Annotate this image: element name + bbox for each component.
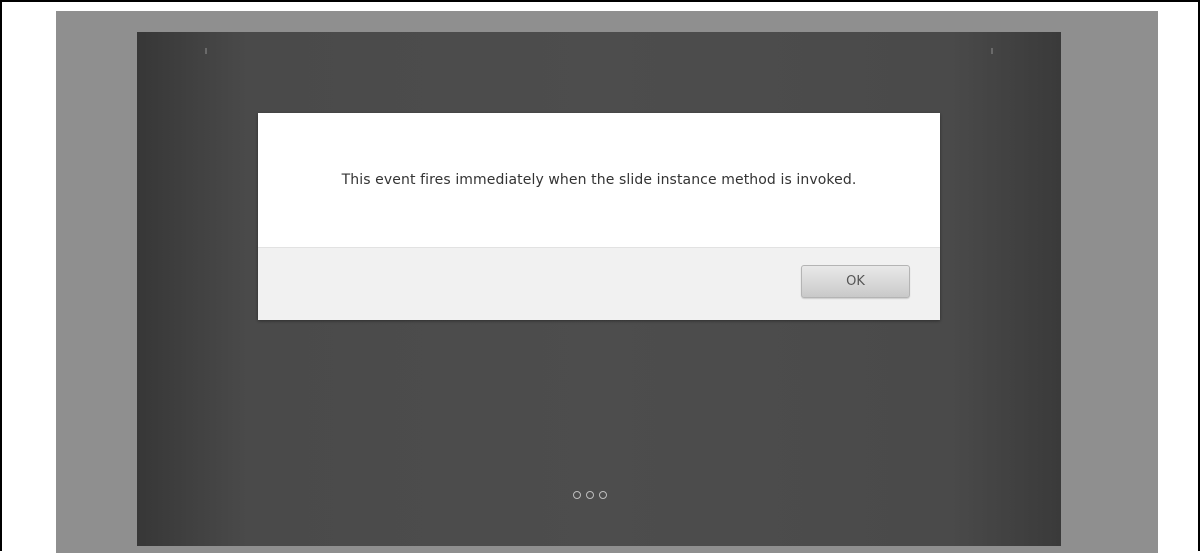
carousel-corner-mark-left [205, 48, 207, 54]
browser-frame: This event fires immediately when the sl… [0, 0, 1200, 553]
modal-body: This event fires immediately when the sl… [258, 113, 940, 247]
modal-dialog: This event fires immediately when the sl… [258, 113, 940, 320]
ok-button[interactable]: OK [801, 265, 910, 298]
carousel-corner-mark-right [991, 48, 993, 54]
carousel-indicator-2[interactable] [586, 491, 594, 499]
carousel-indicator-1[interactable] [573, 491, 581, 499]
carousel-indicator-3[interactable] [599, 491, 607, 499]
modal-footer: OK [258, 247, 940, 320]
modal-message: This event fires immediately when the sl… [341, 172, 857, 188]
carousel-indicators [573, 491, 607, 499]
